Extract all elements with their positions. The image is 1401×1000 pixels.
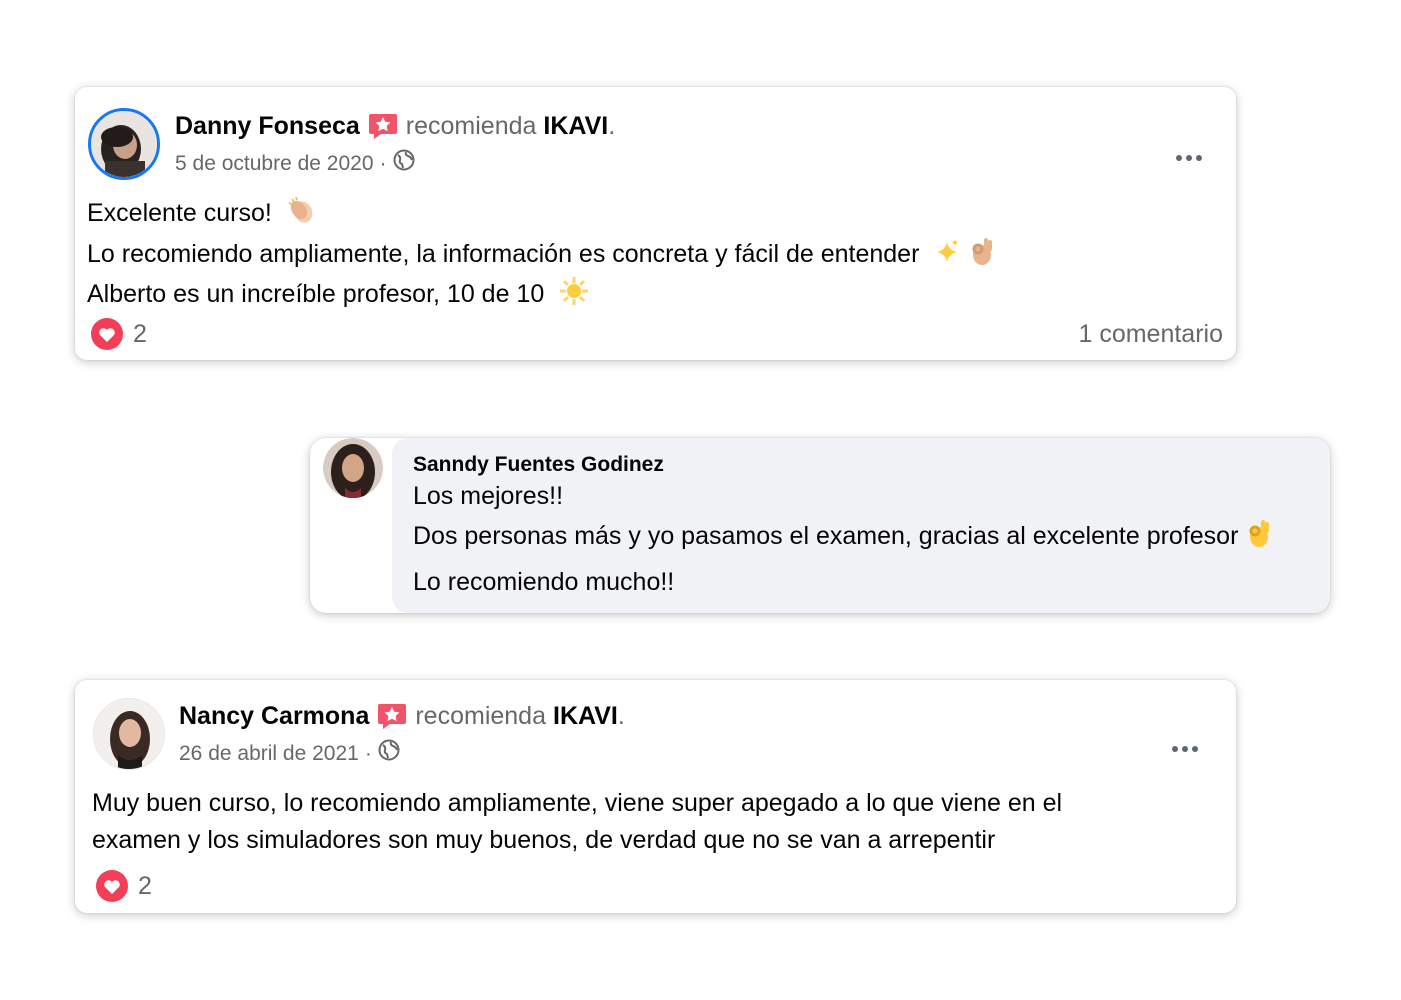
avatar[interactable]: [93, 698, 165, 770]
author-name[interactable]: Danny Fonseca: [175, 111, 360, 141]
reaction-count: 2: [138, 871, 152, 900]
post-text: Excelente curso! Lo recomiendo ampliamen…: [87, 195, 995, 317]
reactions[interactable]: 2: [91, 318, 147, 350]
comment-line: Lo recomiendo mucho!!: [413, 568, 675, 596]
post-line: examen y los simuladores son muy buenos,…: [92, 825, 996, 854]
sparkles-emoji: [934, 238, 960, 277]
reactions[interactable]: 2: [96, 870, 152, 902]
page-name[interactable]: IKAVI: [543, 111, 608, 141]
clapping-hands-emoji: [287, 195, 317, 236]
meta-separator: ·: [364, 741, 372, 765]
author-name[interactable]: Nancy Carmona: [179, 701, 369, 731]
meta-separator: ·: [379, 151, 387, 175]
comment-line: Los mejores!!: [413, 482, 564, 510]
sun-emoji: [559, 276, 589, 317]
post-line: Muy buen curso, lo recomiendo ampliament…: [92, 789, 1063, 817]
more-options-icon[interactable]: [1172, 728, 1202, 759]
post-line: Lo recomiendo ampliamente, la informació…: [87, 239, 920, 268]
post-line: Alberto es un increíble profesor, 10 de …: [87, 280, 545, 308]
recommend-badge-icon: [377, 702, 407, 730]
globe-icon: [378, 739, 400, 768]
more-options-icon[interactable]: [1176, 137, 1206, 168]
comment-line: Dos personas más y yo pasamos el examen,…: [413, 522, 1239, 550]
globe-icon: [393, 149, 415, 178]
reaction-count: 2: [133, 319, 147, 348]
review-post-2: Nancy Carmona recomienda IKAVI. 26 de ab…: [75, 680, 1236, 913]
avatar[interactable]: [323, 438, 383, 498]
comment-card: Sanndy Fuentes Godinez Los mejores!! Dos…: [310, 438, 1330, 613]
post-date[interactable]: 5 de octubre de 2020: [175, 151, 374, 177]
recommend-badge-icon: [368, 112, 398, 140]
review-post-1: Danny Fonseca recomienda IKAVI. 5 de oct…: [75, 87, 1236, 360]
ok-hand-emoji: [1246, 518, 1272, 555]
avatar[interactable]: [88, 108, 160, 180]
post-date[interactable]: 26 de abril de 2021: [179, 741, 359, 767]
page-name[interactable]: IKAVI: [553, 701, 618, 731]
comment-author[interactable]: Sanndy Fuentes Godinez: [413, 453, 664, 477]
heart-reaction-icon: [91, 318, 123, 350]
comment-count-link[interactable]: 1 comentario: [1078, 320, 1223, 349]
heart-reaction-icon: [96, 870, 128, 902]
post-text: Muy buen curso, lo recomiendo ampliament…: [92, 785, 1062, 858]
ok-hand-emoji: [969, 236, 995, 277]
recommends-text: recomienda: [415, 702, 546, 730]
post-line: Excelente curso!: [87, 199, 272, 227]
recommends-text: recomienda: [405, 112, 537, 140]
